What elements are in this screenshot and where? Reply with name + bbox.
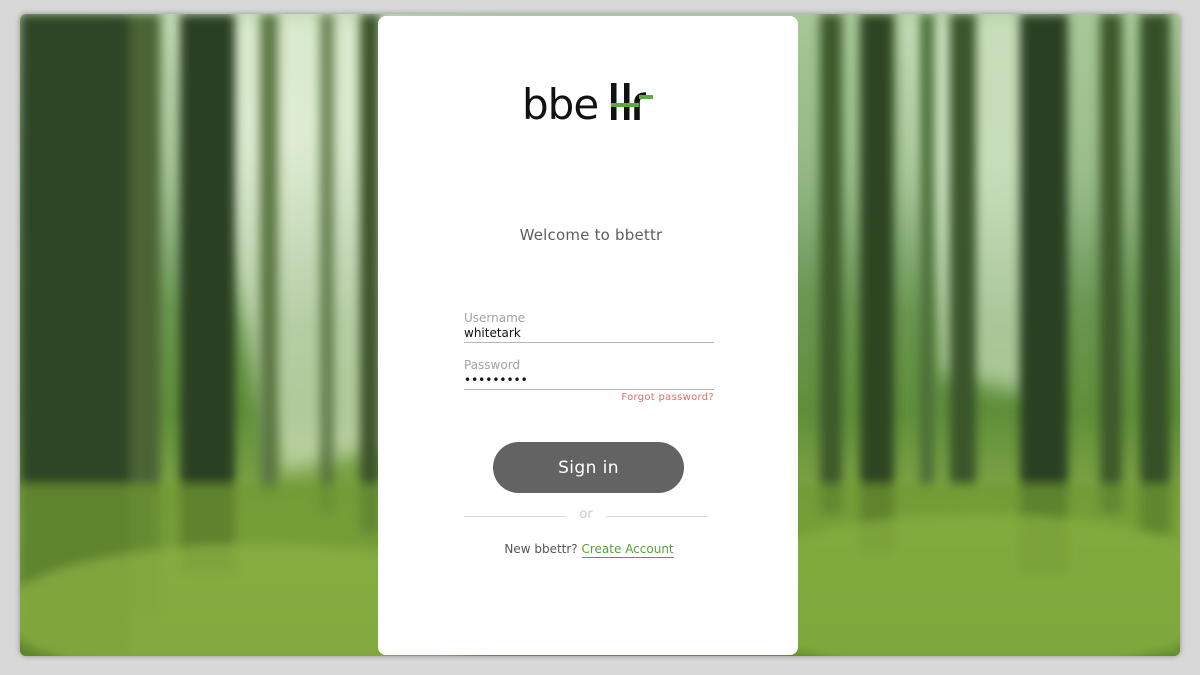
password-label: Password [464,358,521,372]
username-label: Username [464,311,526,325]
create-account-link[interactable]: Create Account [581,542,674,558]
login-card: bbe Welcome to bbettr Username Password … [378,16,798,655]
divider-line-right [606,516,708,517]
svg-text:bbe: bbe [522,80,598,128]
divider-or: or [579,507,593,522]
divider-line-left [464,516,566,517]
username-field: Username [464,311,714,343]
signup-prompt-text: New bbettr? [504,542,578,556]
sign-in-button[interactable]: Sign in [493,442,684,493]
welcome-heading: Welcome to bbettr [519,226,663,244]
password-field: Password [464,358,714,390]
signup-prompt: New bbettr? Create Account [378,542,800,558]
username-input[interactable] [464,325,714,343]
password-input[interactable] [464,372,714,390]
bbettr-logo: bbe [522,80,653,128]
forgot-password-link[interactable]: Forgot password? [621,392,714,403]
